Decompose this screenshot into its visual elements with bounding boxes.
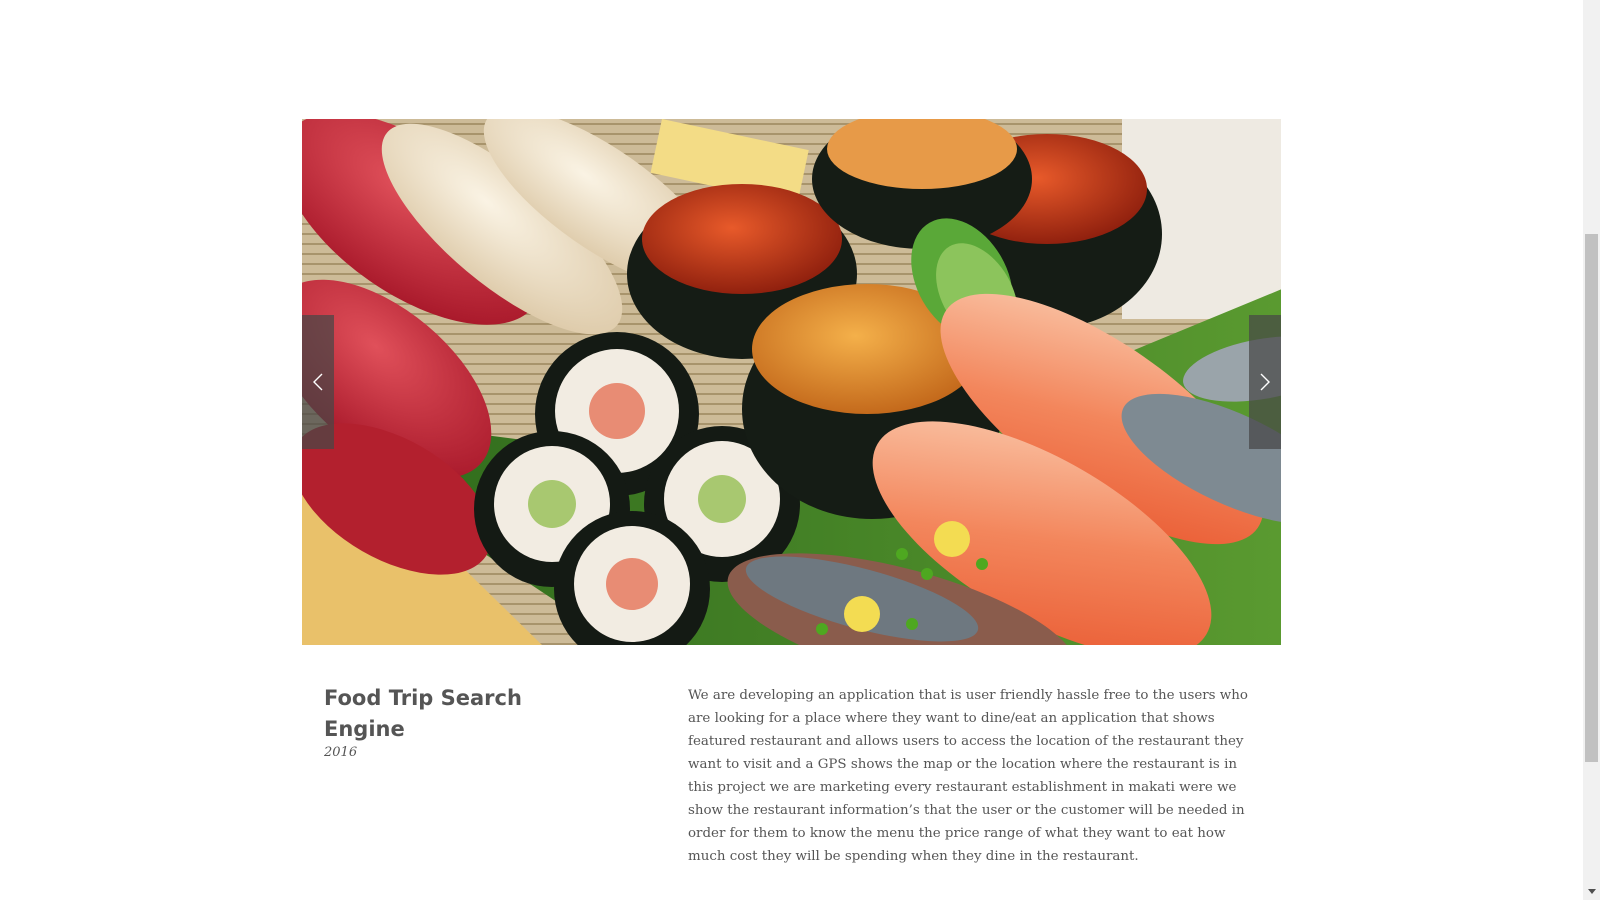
vertical-scrollbar[interactable] bbox=[1583, 0, 1600, 900]
page: Food Trip Search Engine 2016 We are deve… bbox=[0, 0, 1583, 900]
project-year: 2016 bbox=[324, 745, 358, 760]
scrollbar-thumb[interactable] bbox=[1585, 234, 1598, 762]
project-description: We are developing an application that is… bbox=[688, 688, 1248, 864]
slider-prev-button[interactable] bbox=[302, 315, 334, 449]
chevron-right-icon bbox=[1260, 373, 1270, 391]
triangle-down-icon bbox=[1587, 889, 1596, 894]
chevron-left-icon bbox=[313, 373, 323, 391]
sushi-platter-image bbox=[302, 119, 1281, 645]
image-slider[interactable] bbox=[302, 119, 1281, 645]
slider-next-button[interactable] bbox=[1249, 315, 1281, 449]
scroll-down-button[interactable] bbox=[1583, 883, 1600, 900]
project-title: Food Trip Search Engine bbox=[324, 686, 522, 741]
